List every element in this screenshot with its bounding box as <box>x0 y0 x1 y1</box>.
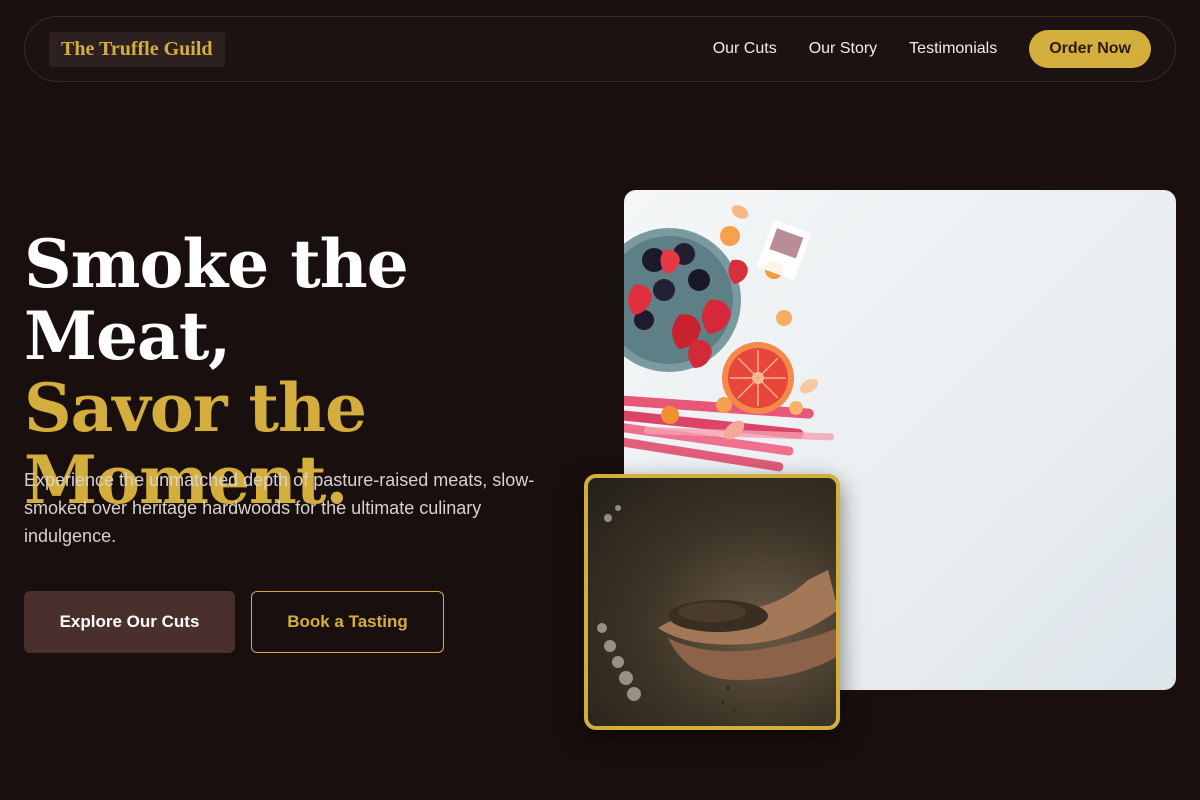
nav-link-our-cuts[interactable]: Our Cuts <box>713 40 777 58</box>
main-nav: Our Cuts Our Story Testimonials Order No… <box>713 30 1151 68</box>
hero-title-line2: Savor the <box>24 369 367 447</box>
brand-logo[interactable]: The Truffle Guild <box>49 31 225 67</box>
hero-image-soil-hands <box>584 474 840 730</box>
site-header: The Truffle Guild Our Cuts Our Story Tes… <box>24 16 1176 82</box>
hero-title-line1: Smoke the Meat, <box>24 225 409 375</box>
nav-link-testimonials[interactable]: Testimonials <box>909 40 997 58</box>
explore-cuts-button[interactable]: Explore Our Cuts <box>24 591 235 653</box>
book-tasting-button[interactable]: Book a Tasting <box>251 591 444 653</box>
nav-link-our-story[interactable]: Our Story <box>809 40 877 58</box>
order-now-button[interactable]: Order Now <box>1029 30 1151 68</box>
hero-description: Experience the unmatched depth of pastur… <box>24 470 535 546</box>
